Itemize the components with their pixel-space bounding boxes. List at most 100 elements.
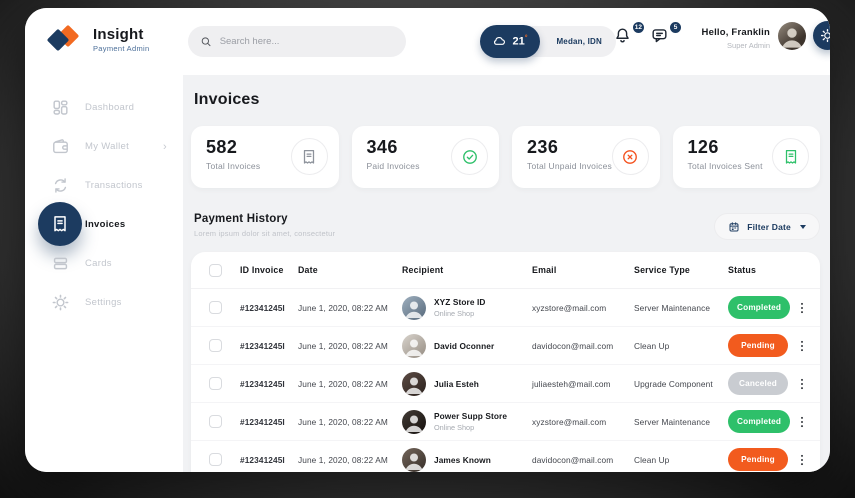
search-bar[interactable] [188, 26, 406, 57]
user-info: Hello, Franklin Super Admin [680, 27, 770, 50]
invoice-date: June 1, 2020, 08:22 AM [298, 378, 388, 389]
invoice-id: #12341245I [240, 302, 285, 313]
column-header-id: ID Invoice [240, 265, 284, 275]
search-input[interactable] [219, 36, 394, 47]
row-menu-kebab-icon[interactable] [794, 413, 810, 431]
calendar-icon [729, 221, 739, 231]
gear-icon [820, 28, 830, 43]
user-avatar[interactable] [778, 22, 806, 50]
recipient-name: Power Supp Store [434, 411, 508, 421]
degree-symbol: ° [524, 35, 528, 43]
recipient-name: David Oconner [434, 340, 495, 351]
cloud-icon [494, 37, 506, 45]
sidebar-item-my-wallet[interactable]: My Wallet › [25, 127, 183, 166]
service-type: Clean Up [634, 340, 670, 351]
row-menu-kebab-icon[interactable] [794, 337, 810, 355]
main-content: Invoices 582 Total Invoices 346 Paid Inv… [183, 75, 830, 472]
invoice-date: June 1, 2020, 08:22 AM [298, 340, 388, 351]
invoice-icon [38, 202, 82, 246]
invoice-id: #12341245I [240, 340, 285, 351]
recipient-avatar [402, 295, 426, 320]
row-menu-kebab-icon[interactable] [794, 451, 810, 469]
sidebar-label: Cards [85, 258, 112, 269]
messages-button[interactable]: 5 [650, 21, 682, 52]
sidebar-item-transactions[interactable]: Transactions [25, 166, 183, 205]
filter-date-label: Filter Date [747, 221, 791, 232]
section-subtitle: Lorem ipsum dolor sit amet, consectetur [194, 229, 336, 238]
cards-icon [50, 254, 70, 274]
notifications-button[interactable]: 12 [613, 21, 645, 52]
notifications-badge: 12 [631, 21, 645, 34]
temperature-value: 21 [512, 35, 525, 48]
row-checkbox[interactable] [209, 301, 222, 314]
recipient-email: xyzstore@mail.com [532, 416, 607, 427]
invoice-id: #12341245I [240, 416, 285, 427]
sidebar-item-dashboard[interactable]: Dashboard [25, 88, 183, 127]
stat-card-invoices-sent: 126 Total Invoices Sent [672, 126, 820, 188]
temperature-pill[interactable]: 21° [480, 25, 540, 58]
recipient-email: davidocon@mail.com [532, 454, 614, 465]
table-row: #12341245I June 1, 2020, 08:22 AM James … [191, 441, 820, 472]
sidebar-item-settings[interactable]: Settings [25, 283, 183, 322]
recipient-email: juliaesteh@mail.com [532, 378, 611, 389]
logo-diamonds-icon [46, 22, 83, 58]
sidebar-item-invoices[interactable]: Invoices [25, 202, 183, 246]
recipient-email: xyzstore@mail.com [532, 302, 607, 313]
sidebar-label: Settings [85, 297, 122, 308]
service-type: Server Maintenance [634, 416, 711, 427]
user-greeting: Hello, Franklin [701, 27, 770, 38]
sidebar-label: My Wallet [85, 141, 130, 152]
location-label: Medan, IDN [556, 37, 602, 46]
service-type: Upgrade Component [634, 378, 713, 389]
filter-date-button[interactable]: Filter Date [714, 213, 820, 240]
brand-logo: Insight Payment Admin [46, 22, 149, 58]
status-badge: Completed [728, 296, 791, 319]
person-silhouette-icon [782, 28, 802, 48]
receipt-icon [290, 138, 328, 175]
recipient-name: XYZ Store ID [434, 297, 486, 307]
table-header-row: ID Invoice Date Recipient Email Service … [191, 252, 820, 289]
brand-name: Insight [93, 26, 144, 43]
column-header-status: Status [728, 265, 757, 275]
stat-cards: 582 Total Invoices 346 Paid Invoices 236… [191, 126, 820, 188]
invoice-date: June 1, 2020, 08:22 AM [298, 416, 388, 427]
select-all-checkbox[interactable] [209, 263, 222, 277]
stat-card-total-invoices: 582 Total Invoices [191, 126, 339, 188]
status-badge: Pending [728, 334, 788, 357]
row-menu-kebab-icon[interactable] [794, 299, 810, 317]
top-header: Insight Payment Admin Medan, IDN 21° 12 … [25, 8, 830, 75]
row-menu-kebab-icon[interactable] [794, 375, 810, 393]
sidebar-item-cards[interactable]: Cards [25, 244, 183, 283]
receipt-sent-icon [772, 138, 809, 175]
recipient-avatar [402, 333, 426, 358]
recipient-email: davidocon@mail.com [532, 340, 614, 351]
payment-history-table: ID Invoice Date Recipient Email Service … [191, 252, 820, 472]
search-icon [201, 37, 211, 47]
row-checkbox[interactable] [209, 415, 222, 428]
settings-gear-icon [50, 293, 70, 313]
check-circle-icon [451, 138, 488, 175]
dashboard-icon [50, 98, 70, 118]
app-window: Insight Payment Admin Medan, IDN 21° 12 … [25, 8, 830, 472]
service-type: Server Maintenance [634, 302, 711, 313]
table-row: #12341245I June 1, 2020, 08:22 AM Power … [191, 403, 820, 441]
status-badge: Completed [728, 410, 791, 433]
row-checkbox[interactable] [209, 453, 222, 466]
status-badge: Pending [728, 448, 788, 471]
table-row: #12341245I June 1, 2020, 08:22 AM XYZ St… [191, 289, 820, 327]
chevron-right-icon: › [163, 140, 167, 153]
settings-quick-button[interactable]: 1 [813, 21, 830, 50]
caret-down-icon [800, 224, 806, 229]
user-role: Super Admin [727, 41, 770, 50]
recipient-avatar [402, 409, 426, 434]
row-checkbox[interactable] [209, 339, 222, 352]
column-header-date: Date [298, 265, 318, 275]
row-checkbox[interactable] [209, 377, 222, 390]
sidebar-label: Invoices [85, 219, 126, 230]
wallet-icon [50, 137, 70, 157]
x-circle-icon [611, 138, 649, 175]
recipient-subtitle: Online Shop [434, 309, 475, 318]
column-header-service-type: Service Type [634, 265, 691, 275]
recipient-name: James Known [434, 454, 491, 465]
stat-card-paid-invoices: 346 Paid Invoices [351, 126, 499, 188]
